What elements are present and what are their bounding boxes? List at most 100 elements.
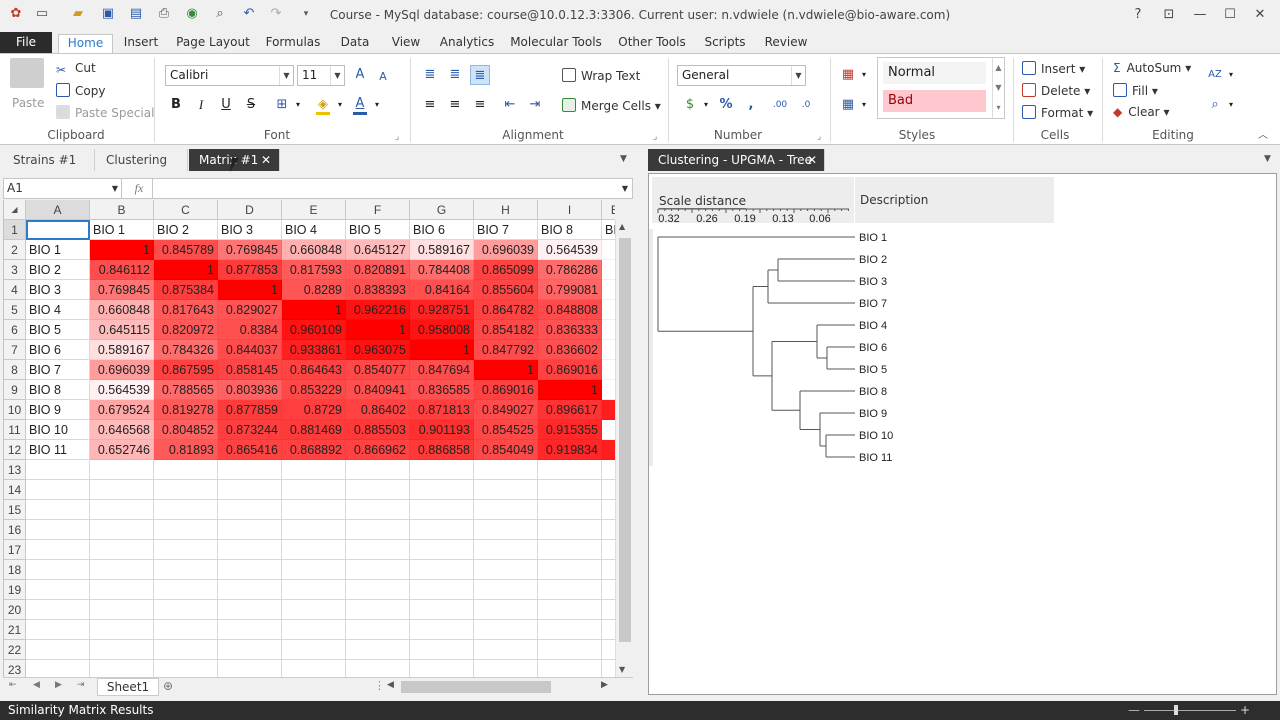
table-cell[interactable]	[154, 500, 218, 520]
table-cell[interactable]: 0.819278	[154, 400, 218, 420]
table-cell[interactable]: 0.86402	[346, 400, 410, 420]
table-cell[interactable]: 0.836585	[410, 380, 474, 400]
last-sheet-icon[interactable]: ⇥	[77, 680, 85, 690]
table-cell[interactable]: 1	[474, 360, 538, 380]
table-cell[interactable]	[26, 620, 90, 640]
table-cell[interactable]	[474, 480, 538, 500]
table-cell[interactable]	[218, 640, 282, 660]
table-cell[interactable]	[26, 580, 90, 600]
table-cell[interactable]	[602, 480, 615, 500]
close-tree-tab-icon[interactable]: ✕	[807, 149, 817, 171]
table-cell[interactable]	[154, 600, 218, 620]
table-cell[interactable]: 0.817643	[154, 300, 218, 320]
table-cell[interactable]: 0	[602, 420, 615, 440]
row-header[interactable]: 7	[4, 340, 26, 360]
table-cell[interactable]	[410, 620, 474, 640]
horizontal-scroll-thumb[interactable]	[401, 681, 551, 693]
align-left-icon[interactable]: ≡	[420, 95, 440, 115]
table-cell[interactable]: 0.769845	[218, 240, 282, 260]
decrease-decimal-icon[interactable]: .0	[796, 95, 816, 115]
number-dialog-launcher-icon[interactable]: ⌟	[817, 132, 821, 142]
table-cell[interactable]: 0.849027	[474, 400, 538, 420]
row-header[interactable]: 4	[4, 280, 26, 300]
column-header[interactable]: BI	[602, 200, 615, 220]
spreadsheet-grid[interactable]: ◢ABCDEFGHIBI1BIO 1BIO 2BIO 3BIO 4BIO 5BI…	[3, 200, 615, 680]
select-all-corner[interactable]: ◢	[4, 200, 26, 220]
row-header[interactable]: 6	[4, 320, 26, 340]
table-cell[interactable]: 0	[602, 280, 615, 300]
scroll-down-icon[interactable]: ▼	[619, 665, 625, 674]
name-box[interactable]: A1 ▼	[4, 179, 122, 198]
table-cell[interactable]	[602, 600, 615, 620]
table-cell[interactable]	[538, 500, 602, 520]
table-cell[interactable]	[26, 460, 90, 480]
table-cell[interactable]	[346, 600, 410, 620]
table-cell[interactable]: 0.886858	[410, 440, 474, 460]
row-header[interactable]: 14	[4, 480, 26, 500]
table-cell[interactable]: 0.788565	[154, 380, 218, 400]
table-cell[interactable]	[602, 440, 615, 460]
table-cell[interactable]	[282, 620, 346, 640]
table-cell[interactable]: 0.854049	[474, 440, 538, 460]
table-cell[interactable]: 0	[602, 380, 615, 400]
table-cell[interactable]: 0.769845	[90, 280, 154, 300]
column-header[interactable]: I	[538, 200, 602, 220]
scroll-right-icon[interactable]: ▶	[601, 680, 608, 690]
table-cell[interactable]: 0.564539	[538, 240, 602, 260]
table-cell[interactable]: 0.829027	[218, 300, 282, 320]
table-cell[interactable]: 0.660848	[282, 240, 346, 260]
table-cell[interactable]	[602, 400, 615, 420]
table-cell[interactable]	[538, 600, 602, 620]
table-cell[interactable]	[346, 520, 410, 540]
row-header[interactable]: 17	[4, 540, 26, 560]
table-cell[interactable]	[90, 500, 154, 520]
name-box-dropdown-icon[interactable]: ▼	[112, 179, 118, 198]
table-cell[interactable]: 0.660848	[90, 300, 154, 320]
tab-file[interactable]: File	[0, 32, 52, 53]
table-cell[interactable]: 0.784408	[410, 260, 474, 280]
table-cell[interactable]: 0.836333	[538, 320, 602, 340]
row-header[interactable]: 3	[4, 260, 26, 280]
table-cell[interactable]	[90, 600, 154, 620]
zoom-in-icon[interactable]: +	[1240, 701, 1250, 720]
table-cell[interactable]: 0.865416	[218, 440, 282, 460]
table-cell[interactable]	[154, 480, 218, 500]
row-header[interactable]: 20	[4, 600, 26, 620]
comma-button[interactable]: ,	[741, 95, 761, 115]
number-format-select[interactable]: General ▼	[677, 65, 806, 86]
table-cell[interactable]	[410, 600, 474, 620]
paste-icon[interactable]	[10, 58, 44, 88]
table-cell[interactable]: 0.928751	[410, 300, 474, 320]
shrink-font-icon[interactable]: A	[373, 67, 393, 87]
align-right-icon[interactable]: ≡	[470, 95, 490, 115]
increase-indent-icon[interactable]: ⇥	[525, 95, 545, 115]
table-cell[interactable]	[90, 460, 154, 480]
table-cell[interactable]	[282, 520, 346, 540]
underline-button[interactable]: U	[216, 95, 236, 115]
table-cell[interactable]	[602, 460, 615, 480]
row-header[interactable]: 12	[4, 440, 26, 460]
table-cell[interactable]: 1	[218, 280, 282, 300]
clear-button[interactable]: ◆ Clear ▾	[1113, 105, 1169, 119]
table-cell[interactable]: 0.866962	[346, 440, 410, 460]
table-cell[interactable]: 0	[602, 340, 615, 360]
table-cell[interactable]: 0.877859	[218, 400, 282, 420]
table-cell[interactable]: 0.877853	[218, 260, 282, 280]
row-header[interactable]: 16	[4, 520, 26, 540]
table-cell[interactable]: 0.933861	[282, 340, 346, 360]
table-cell[interactable]: BIO 8	[538, 220, 602, 240]
table-cell[interactable]	[282, 600, 346, 620]
table-cell[interactable]: 0.962216	[346, 300, 410, 320]
align-middle-icon[interactable]: ≣	[445, 65, 465, 85]
table-cell[interactable]	[218, 460, 282, 480]
table-cell[interactable]: BIO 11	[26, 440, 90, 460]
tab-page-layout[interactable]: Page Layout	[174, 34, 252, 53]
table-cell[interactable]: 0.869016	[474, 380, 538, 400]
table-cell[interactable]	[218, 520, 282, 540]
table-cell[interactable]	[602, 580, 615, 600]
table-cell[interactable]: 0.858145	[218, 360, 282, 380]
table-cell[interactable]: 1	[90, 240, 154, 260]
table-cell[interactable]	[538, 560, 602, 580]
table-cell[interactable]: 0.836602	[538, 340, 602, 360]
close-tab-icon[interactable]: ✕	[261, 149, 271, 171]
